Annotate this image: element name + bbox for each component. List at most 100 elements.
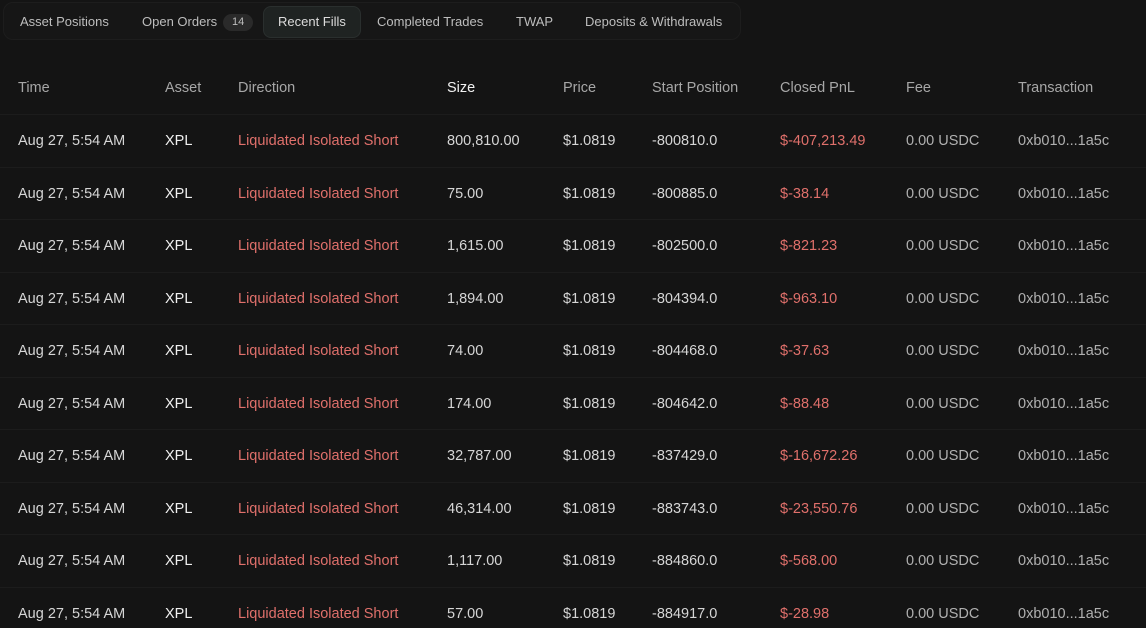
column-header-asset[interactable]: Asset — [165, 62, 201, 114]
cell-time: Aug 27, 5:54 AM — [18, 553, 126, 569]
cell-start-position: -884917.0 — [652, 605, 718, 622]
tab-asset-positions[interactable]: Asset Positions — [20, 6, 109, 38]
cell-fee: 0.00 USDC — [906, 395, 980, 412]
cell-time: Aug 27, 5:54 AM — [18, 238, 126, 254]
cell-asset[interactable]: XPL — [165, 325, 192, 377]
cell-size: 1,615.00 — [447, 238, 504, 254]
column-header-size[interactable]: Size — [447, 62, 475, 114]
cell-direction: Liquidated Isolated Short — [238, 553, 399, 569]
table-row: Aug 27, 5:54 AM XPL Liquidated Isolated Sh… — [0, 166, 1146, 220]
tab-label: Recent Fills — [278, 14, 346, 29]
cell-asset[interactable]: XPL — [165, 378, 192, 430]
cell-size: 1,117.00 — [447, 553, 503, 569]
cell-transaction[interactable]: 0xb010...1a5c — [1018, 325, 1109, 377]
cell-transaction[interactable]: 0xb010...1a5c — [1018, 535, 1109, 587]
column-header-time[interactable]: Time — [18, 62, 50, 114]
cell-size: 800,810.00 — [447, 133, 520, 149]
cell-transaction[interactable]: 0xb010...1a5c — [1018, 378, 1109, 430]
table-row: Aug 27, 5:54 AM XPL Liquidated Isolated Sh… — [0, 219, 1146, 272]
column-header-closed-pnl[interactable]: Closed PnL — [780, 62, 855, 114]
cell-size: 174.00 — [447, 395, 492, 412]
cell-transaction[interactable]: 0xb010...1a5c — [1018, 220, 1109, 272]
cell-asset[interactable]: XPL — [165, 168, 192, 220]
cell-size: 1,894.00 — [447, 290, 504, 307]
table-row: Aug 27, 5:54 AM XPL Liquidated Isolated Sh… — [0, 271, 1146, 325]
cell-start-position: -800810.0 — [652, 133, 718, 149]
column-header-direction[interactable]: Direction — [238, 62, 295, 114]
cell-closed-pnl: $-963.10 — [780, 290, 838, 307]
cell-direction: Liquidated Isolated Short — [238, 185, 399, 202]
cell-closed-pnl: $-407,213.49 — [780, 133, 866, 149]
tab-open-orders[interactable]: Open Orders 14 — [142, 6, 254, 38]
cell-fee: 0.00 USDC — [906, 238, 980, 254]
tab-deposits-withdrawals[interactable]: Deposits & Withdrawals — [585, 6, 722, 38]
cell-direction: Liquidated Isolated Short — [238, 605, 399, 622]
cell-asset[interactable]: XPL — [165, 430, 192, 482]
cell-asset[interactable]: XPL — [165, 535, 192, 587]
cell-transaction[interactable]: 0xb010...1a5c — [1018, 168, 1109, 220]
cell-start-position: -804394.0 — [652, 290, 718, 307]
column-header-transaction[interactable]: Transaction — [1018, 62, 1093, 114]
cell-closed-pnl: $-821.23 — [780, 238, 838, 254]
open-orders-count-badge: 14 — [223, 14, 254, 31]
cell-closed-pnl: $-37.63 — [780, 343, 830, 359]
tab-twap[interactable]: TWAP — [516, 6, 553, 38]
table-row: Aug 27, 5:54 AM XPL Liquidated Isolated Sh… — [0, 429, 1146, 482]
cell-start-position: -804468.0 — [652, 343, 718, 359]
cell-fee: 0.00 USDC — [906, 448, 980, 464]
cell-asset[interactable]: XPL — [165, 115, 192, 167]
table-header: Time Asset Direction Size Price Start Po… — [0, 62, 1146, 114]
tab-bar: Asset Positions Open Orders 14 Recent Fil… — [3, 2, 741, 40]
cell-closed-pnl: $-568.00 — [780, 553, 838, 569]
cell-time: Aug 27, 5:54 AM — [18, 343, 126, 359]
cell-transaction[interactable]: 0xb010...1a5c — [1018, 483, 1109, 535]
cell-closed-pnl: $-16,672.26 — [780, 448, 858, 464]
column-header-price[interactable]: Price — [563, 62, 596, 114]
cell-start-position: -804642.0 — [652, 395, 718, 412]
cell-time: Aug 27, 5:54 AM — [18, 395, 126, 412]
cell-size: 75.00 — [447, 185, 484, 202]
tab-recent-fills[interactable]: Recent Fills — [263, 6, 361, 38]
cell-transaction[interactable]: 0xb010...1a5c — [1018, 430, 1109, 482]
tab-completed-trades[interactable]: Completed Trades — [377, 6, 483, 38]
cell-time: Aug 27, 5:54 AM — [18, 185, 126, 202]
cell-asset[interactable]: XPL — [165, 588, 192, 628]
cell-direction: Liquidated Isolated Short — [238, 395, 399, 412]
cell-closed-pnl: $-23,550.76 — [780, 500, 858, 517]
cell-fee: 0.00 USDC — [906, 185, 980, 202]
cell-fee: 0.00 USDC — [906, 290, 980, 307]
cell-transaction[interactable]: 0xb010...1a5c — [1018, 588, 1109, 628]
cell-fee: 0.00 USDC — [906, 605, 980, 622]
table-row: Aug 27, 5:54 AM XPL Liquidated Isolated Sh… — [0, 481, 1146, 535]
table-row: Aug 27, 5:54 AM XPL Liquidated Isolated Sh… — [0, 534, 1146, 587]
cell-price: $1.0819 — [563, 395, 616, 412]
cell-fee: 0.00 USDC — [906, 343, 980, 359]
table-row: Aug 27, 5:54 AM XPL Liquidated Isolated Sh… — [0, 376, 1146, 430]
cell-asset[interactable]: XPL — [165, 483, 192, 535]
cell-start-position: -883743.0 — [652, 500, 718, 517]
cell-time: Aug 27, 5:54 AM — [18, 605, 126, 622]
cell-asset[interactable]: XPL — [165, 220, 192, 272]
cell-transaction[interactable]: 0xb010...1a5c — [1018, 115, 1109, 167]
tab-label: TWAP — [516, 14, 554, 29]
cell-fee: 0.00 USDC — [906, 133, 980, 149]
cell-size: 32,787.00 — [447, 448, 512, 464]
cell-size: 74.00 — [447, 343, 484, 359]
cell-start-position: -802500.0 — [652, 238, 718, 254]
cell-price: $1.0819 — [563, 185, 616, 202]
cell-price: $1.0819 — [563, 290, 616, 307]
cell-direction: Liquidated Isolated Short — [238, 133, 399, 149]
table-row: Aug 27, 5:54 AM XPL Liquidated Isolated Sh… — [0, 114, 1146, 167]
cell-price: $1.0819 — [563, 238, 616, 254]
table-row: Aug 27, 5:54 AM XPL Liquidated Isolated Sh… — [0, 324, 1146, 377]
cell-asset[interactable]: XPL — [165, 273, 192, 325]
tab-label: Asset Positions — [20, 14, 109, 29]
column-header-fee[interactable]: Fee — [906, 62, 931, 114]
cell-price: $1.0819 — [563, 448, 616, 464]
cell-direction: Liquidated Isolated Short — [238, 290, 399, 307]
cell-fee: 0.00 USDC — [906, 500, 980, 517]
cell-direction: Liquidated Isolated Short — [238, 500, 399, 517]
cell-price: $1.0819 — [563, 133, 616, 149]
column-header-start-position[interactable]: Start Position — [652, 62, 738, 114]
cell-transaction[interactable]: 0xb010...1a5c — [1018, 273, 1109, 325]
